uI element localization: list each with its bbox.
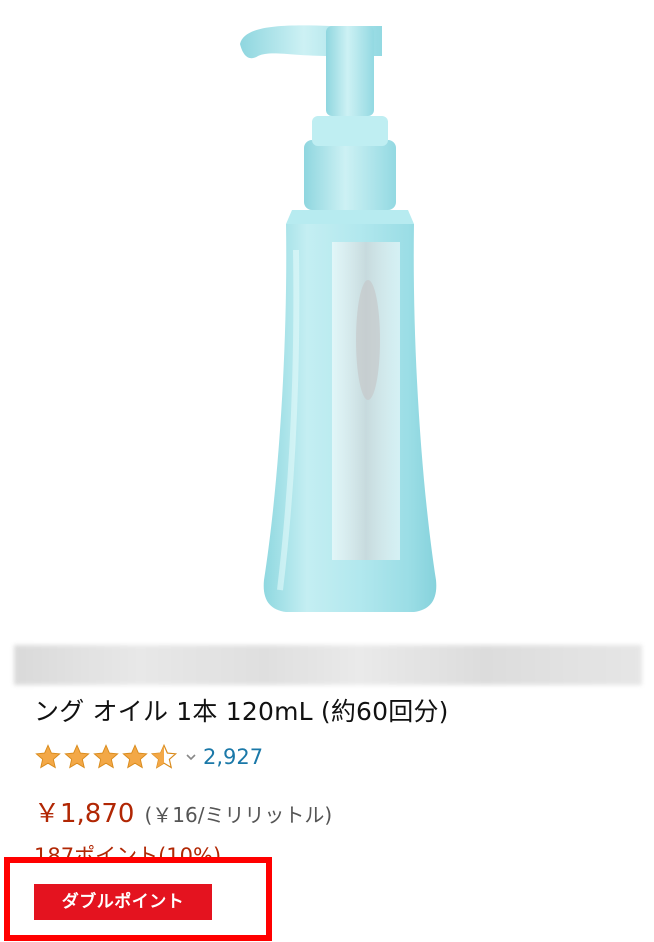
price-row: ￥1,870 (￥16/ミリリットル) — [34, 793, 332, 830]
star-full-icon — [35, 744, 61, 769]
double-points-badge: ダブルポイント — [34, 884, 212, 920]
unit-price: (￥16/ミリリットル) — [144, 803, 333, 827]
price: ￥1,870 — [34, 799, 135, 829]
product-card[interactable]: ング オイル 1本 120mL (約60回分) 2,927 ￥1,870 (￥1… — [0, 0, 654, 942]
review-count-link[interactable]: 2,927 — [203, 745, 263, 769]
rating-row[interactable]: 2,927 — [34, 740, 263, 774]
star-full-icon — [122, 744, 148, 769]
star-half-icon — [150, 743, 178, 769]
blurred-product-title — [14, 645, 642, 685]
product-title[interactable]: ング オイル 1本 120mL (約60回分) — [34, 692, 449, 728]
chevron-down-icon[interactable] — [185, 752, 197, 762]
star-full-icon — [93, 744, 119, 769]
star-rating[interactable] — [34, 743, 179, 771]
star-full-icon — [64, 744, 90, 769]
product-image[interactable] — [200, 20, 460, 620]
